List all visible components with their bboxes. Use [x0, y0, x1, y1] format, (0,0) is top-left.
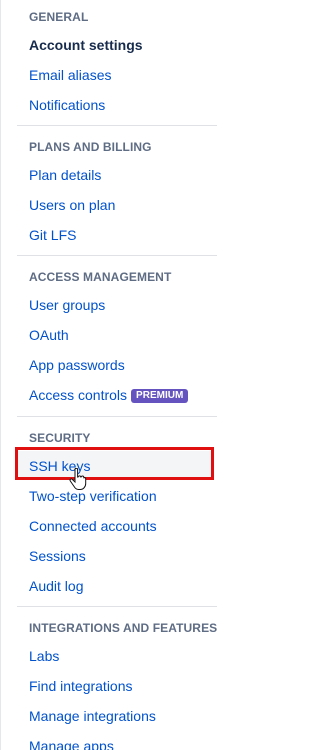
sidebar-item-ssh-keys[interactable]: SSH keys: [29, 455, 90, 477]
section-divider: [17, 255, 217, 256]
sidebar-item-user-groups[interactable]: User groups: [29, 294, 105, 316]
sidebar-item-oauth[interactable]: OAuth: [29, 324, 69, 346]
section-title-plans-and-billing: PLANS AND BILLING: [29, 140, 152, 154]
sidebar-item-users-on-plan[interactable]: Users on plan: [29, 194, 115, 216]
settings-sidebar: GENERAL Account settings Email aliases N…: [0, 0, 249, 750]
sidebar-item-email-aliases[interactable]: Email aliases: [29, 64, 111, 86]
sidebar-item-manage-integrations[interactable]: Manage integrations: [29, 705, 156, 727]
sidebar-item-git-lfs[interactable]: Git LFS: [29, 224, 76, 246]
sidebar-item-access-controls[interactable]: Access controls PREMIUM: [29, 384, 189, 406]
sidebar-item-label: Access controls: [29, 387, 128, 403]
sidebar-item-manage-apps[interactable]: Manage apps: [29, 735, 114, 750]
section-divider: [17, 606, 217, 607]
sidebar-item-notifications[interactable]: Notifications: [29, 94, 105, 116]
section-title-access-management: ACCESS MANAGEMENT: [29, 270, 172, 284]
sidebar-item-sessions[interactable]: Sessions: [29, 545, 86, 567]
section-title-general: GENERAL: [29, 10, 89, 24]
sidebar-item-labs[interactable]: Labs: [29, 645, 59, 667]
sidebar-item-account-settings[interactable]: Account settings: [29, 34, 143, 56]
section-divider: [17, 125, 217, 126]
sidebar-item-two-step-verification[interactable]: Two-step verification: [29, 485, 157, 507]
sidebar-item-find-integrations[interactable]: Find integrations: [29, 675, 133, 697]
sidebar-item-app-passwords[interactable]: App passwords: [29, 354, 125, 376]
section-divider: [17, 416, 217, 417]
section-title-security: SECURITY: [29, 431, 91, 445]
sidebar-item-plan-details[interactable]: Plan details: [29, 164, 101, 186]
section-title-integrations-and-features: INTEGRATIONS AND FEATURES: [29, 621, 218, 635]
sidebar-item-audit-log[interactable]: Audit log: [29, 575, 83, 597]
sidebar-item-connected-accounts[interactable]: Connected accounts: [29, 515, 157, 537]
premium-badge: PREMIUM: [131, 389, 189, 403]
